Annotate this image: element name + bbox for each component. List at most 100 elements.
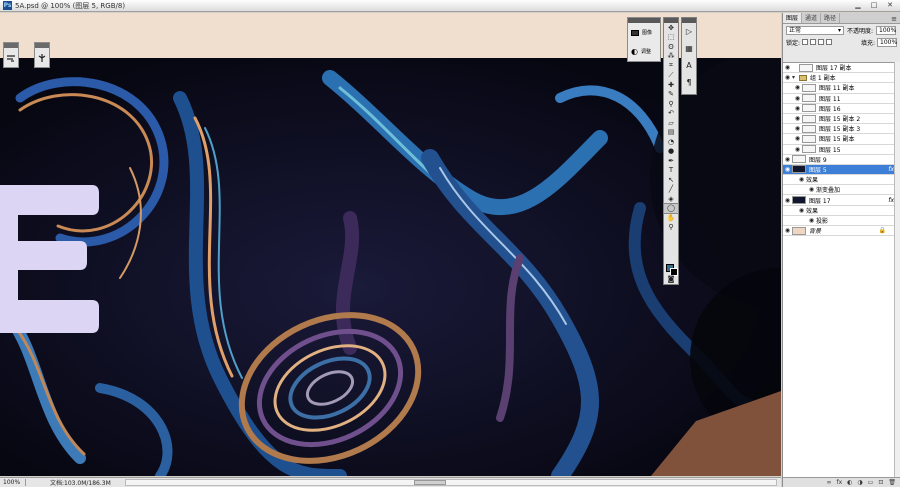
lock-position-icon[interactable] [818,39,825,45]
expand-arrow-icon[interactable]: ▾ [792,74,799,81]
history-panel-icon[interactable]: ▷ [682,23,696,40]
horizontal-scrollbar[interactable] [125,479,777,486]
visibility-eye-icon[interactable]: ◉ [793,125,802,132]
side-panel-icons: ▷ ▦ A ¶ [681,17,697,95]
tab-channels[interactable]: 通道 [802,13,822,23]
visibility-eye-icon[interactable]: ◉ [783,166,792,173]
history-brush-tool-icon[interactable]: ↶ [664,109,678,119]
zoom-level[interactable]: 100% [0,479,26,486]
brush-settings-icon[interactable] [4,51,18,65]
quick-mask-icon[interactable]: ◙ [664,274,678,284]
lock-all-icon[interactable] [826,39,833,45]
visibility-eye-icon[interactable]: ◉ [783,74,792,81]
eraser-tool-icon[interactable]: ▱ [664,118,678,128]
move-tool-icon[interactable]: ✥ [664,23,678,33]
ellipse-tool-icon[interactable]: ◯ [663,202,679,214]
title-bar: Ps 5A.psd @ 100% (图层 5, RGB/8) ▁ □ ✕ [0,0,900,12]
healing-tool-icon[interactable]: ✚ [664,80,678,90]
type-tool-icon[interactable]: T [664,166,678,176]
tab-paths[interactable]: 路径 [821,13,841,23]
brush-tool-icon[interactable]: ✎ [664,90,678,100]
lock-transparency-icon[interactable] [802,39,809,45]
adjust-button[interactable]: ◐ 调整 [628,42,660,61]
visibility-eye-icon[interactable]: ◉ [797,207,806,214]
panel-grip[interactable] [35,43,49,48]
visibility-eye-icon[interactable]: ◉ [793,105,802,112]
link-layers-icon[interactable]: ∞ [827,479,832,486]
layer-row[interactable]: ◉ 图层 11 副本 [783,83,900,94]
group-row[interactable]: ◉ ▾ 组 1 副本 [783,73,900,84]
layer-row[interactable]: ◉ 图层 16 [783,104,900,114]
fill-field[interactable]: 100% [877,37,897,47]
background-layer-row[interactable]: ◉ 背景 🔒 [783,226,900,237]
marquee-tool-icon[interactable]: ⬚ [664,33,678,43]
stamp-tool-icon[interactable]: ⚲ [664,99,678,109]
opacity-field[interactable]: 100% [876,25,896,35]
mini-panel-clone[interactable] [34,42,50,68]
effects-row[interactable]: ◉ 效果 [783,175,900,186]
layers-vertical-scrollbar[interactable] [894,62,900,477]
close-button[interactable]: ✕ [884,1,896,10]
adjustment-layer-icon[interactable]: ◑ [857,479,862,486]
hand-tool-icon[interactable]: ✋ [664,213,678,223]
character-panel-icon[interactable]: A [682,57,696,74]
visibility-eye-icon[interactable]: ◉ [783,197,792,204]
zoom-tool-icon[interactable]: ⚲ [664,223,678,233]
effects-row[interactable]: ◉ 效果 [783,206,900,216]
visibility-eye-icon[interactable]: ◉ [793,146,802,153]
maximize-button[interactable]: □ [868,1,880,10]
new-group-icon[interactable]: ▭ [868,479,874,486]
crop-tool-icon[interactable]: ⌗ [664,61,678,71]
layer-row[interactable]: ◉ 图层 17 fx [783,195,900,206]
tab-layers[interactable]: 图层 [783,13,803,23]
visibility-eye-icon[interactable]: ◉ [793,95,802,102]
lock-pixels-icon[interactable] [810,39,817,45]
trash-icon[interactable]: 🗑 [888,479,896,486]
clone-source-icon[interactable] [35,51,49,65]
layer-row[interactable]: ◉ 图层 15 副本 2 [783,114,900,125]
line-tool-icon[interactable]: ╱ [664,185,678,195]
minimize-button[interactable]: ▁ [852,1,864,10]
layer-row[interactable]: ◉ 图层 15 副本 3 [783,124,900,135]
layer-row[interactable]: ◉ 图层 15 [783,145,900,155]
status-bar: 100% 文档:103.0M/186.3M ▶ [0,477,781,487]
layer-row[interactable]: ◉ 图层 9 [783,155,900,165]
pen-tool-icon[interactable]: ✒ [664,156,678,166]
layer-row[interactable]: ◉ 图层 17 副本 [783,63,900,74]
layer-style-icon[interactable]: fx [837,479,843,486]
actions-panel-icon[interactable]: ▦ [682,40,696,57]
visibility-eye-icon[interactable]: ◉ [783,227,792,234]
quick-select-tool-icon[interactable]: ⁂ [664,52,678,62]
3d-tool-icon[interactable]: ◈ [664,194,678,204]
gradient-tool-icon[interactable]: ▤ [664,128,678,138]
dodge-tool-icon[interactable]: ● [664,147,678,157]
visibility-eye-icon[interactable]: ◉ [807,186,816,193]
layer-row-selected[interactable]: ◉ 图层 5 fx [783,164,900,176]
path-select-tool-icon[interactable]: ↖ [664,175,678,185]
new-layer-icon[interactable]: ⊡ [878,479,883,486]
panel-menu-icon[interactable]: ≡ [891,15,900,23]
blend-mode-value: 正常 [789,26,802,34]
eyedropper-tool-icon[interactable]: ⟋ [664,71,678,81]
visibility-eye-icon[interactable]: ◉ [807,217,816,224]
layer-row[interactable]: ◉ 图层 11 [783,94,900,104]
effect-item-row[interactable]: ◉ 渐变叠加 [783,185,900,196]
paragraph-panel-icon[interactable]: ¶ [682,74,696,91]
lasso-tool-icon[interactable]: ʘ [664,42,678,52]
visibility-eye-icon[interactable]: ◉ [797,176,806,183]
visibility-eye-icon[interactable]: ◉ [793,135,802,142]
image-button[interactable]: 图像 [628,23,660,42]
panel-grip[interactable] [4,43,18,48]
visibility-eye-icon[interactable]: ◉ [783,64,792,71]
layer-mask-icon[interactable]: ◐ [847,479,852,486]
scrollbar-thumb[interactable] [414,480,446,485]
blend-mode-select[interactable]: 正常 ▾ [786,25,844,35]
visibility-eye-icon[interactable]: ◉ [793,115,802,122]
layer-list[interactable]: ◉ 图层 17 副本 ◉ ▾ 组 1 副本 ◉ 图层 11 副本 ◉ 图层 11… [783,62,900,477]
layer-row[interactable]: ◉ 图层 15 副本 [783,134,900,145]
visibility-eye-icon[interactable]: ◉ [793,84,802,91]
blur-tool-icon[interactable]: ◔ [664,137,678,147]
effect-item-row[interactable]: ◉ 投影 [783,216,900,226]
visibility-eye-icon[interactable]: ◉ [783,156,792,163]
mini-panel-brush[interactable] [3,42,19,68]
